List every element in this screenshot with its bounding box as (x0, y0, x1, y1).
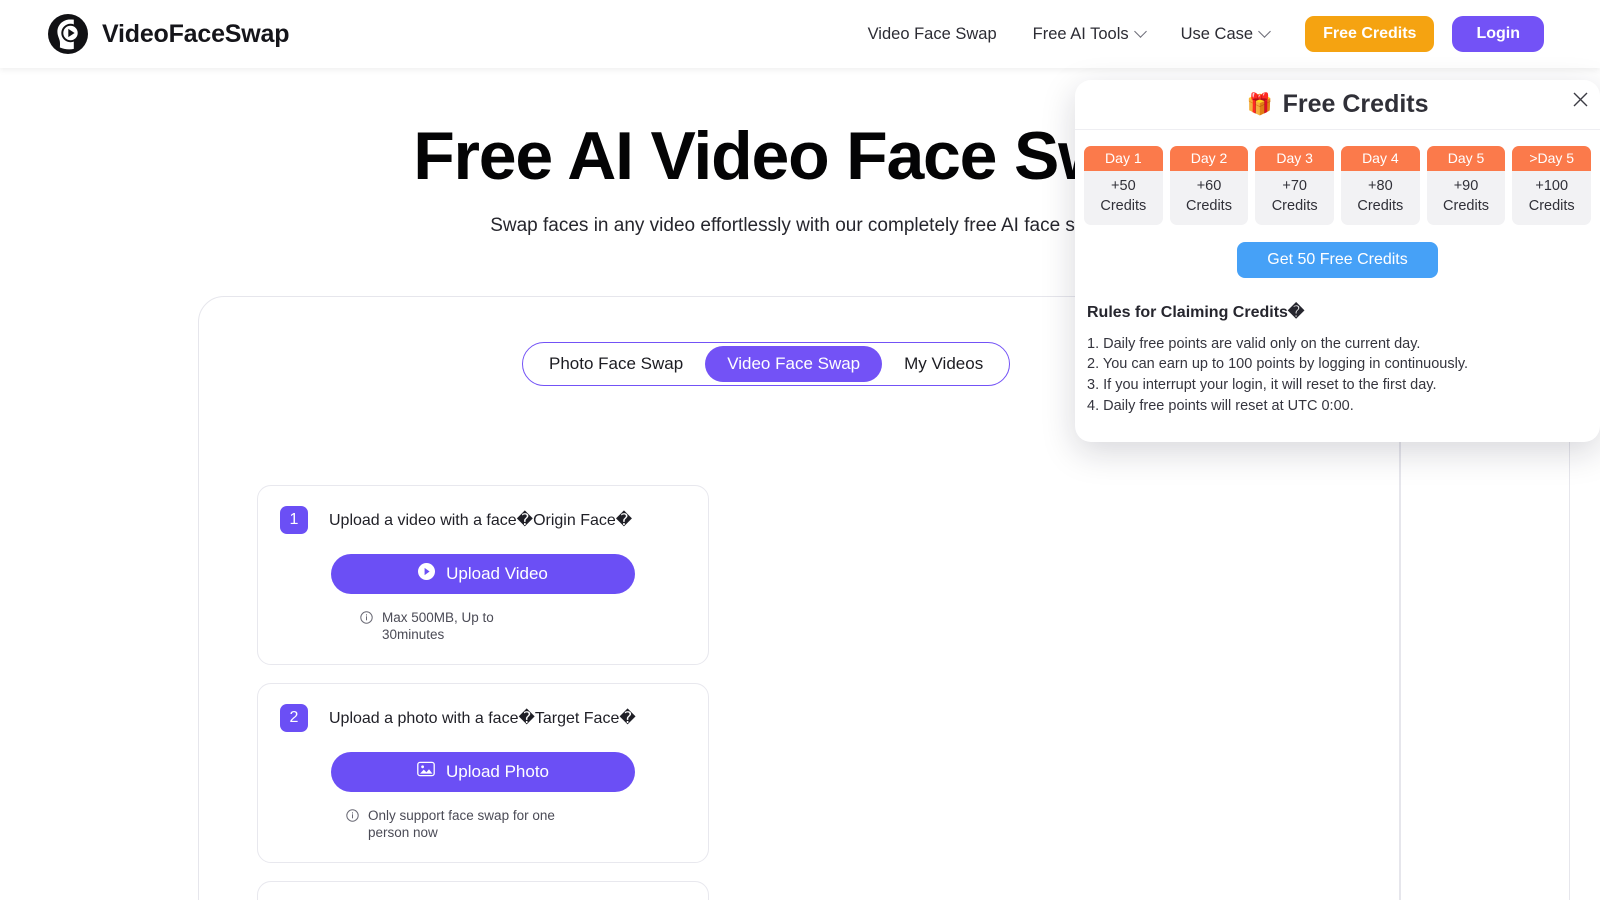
chevron-down-icon (1258, 24, 1271, 38)
day-label: Day 5 (1426, 146, 1506, 171)
free-credits-modal: 🎁 Free Credits Day 1 +50 Credits Day 2 +… (1075, 80, 1600, 442)
day-credits-unit: Credits (1443, 198, 1489, 215)
day-label: Day 2 (1169, 146, 1249, 171)
rules-title: Rules for Claiming Credits� (1087, 303, 1305, 321)
mode-tabs: Photo Face Swap Video Face Swap My Video… (522, 342, 1011, 386)
day-card[interactable]: Day 3 +70 Credits (1255, 146, 1335, 225)
daily-credits-row: Day 1 +50 Credits Day 2 +60 Credits Day … (1075, 130, 1600, 225)
modal-header: 🎁 Free Credits (1075, 80, 1600, 130)
tab-photo-face-swap[interactable]: Photo Face Swap (527, 346, 705, 382)
nav-item-free-ai-tools[interactable]: Free AI Tools (1032, 17, 1147, 52)
step-header: 2 Upload a photo with a face�Target Face… (280, 703, 686, 732)
day-credits-amount: +50 (1111, 178, 1136, 194)
gift-icon: 🎁 (1246, 92, 1273, 116)
close-icon[interactable] (1569, 88, 1591, 110)
day-credits: +70 Credits (1255, 171, 1334, 225)
day-label: Day 4 (1341, 146, 1420, 171)
day-card[interactable]: Day 2 +60 Credits (1169, 146, 1249, 225)
rule-item: 3. If you interrupt your login, it will … (1087, 377, 1437, 394)
step-card-1: 1 Upload a video with a face�Origin Face… (257, 485, 709, 665)
steps-list: 1 Upload a video with a face�Origin Face… (257, 485, 709, 900)
day-card[interactable]: Day 4 +80 Credits (1341, 146, 1420, 225)
rule-item: 2. You can earn up to 100 points by logg… (1087, 356, 1469, 373)
get-free-credits-button[interactable]: Get 50 Free Credits (1237, 241, 1438, 278)
day-label: >Day 5 (1512, 146, 1592, 171)
day-credits: +100 Credits (1512, 171, 1591, 225)
face-profile-play-logo-icon (48, 14, 88, 54)
day-credits-amount: +100 (1535, 178, 1569, 194)
step-number-badge: 1 (280, 506, 308, 534)
site-header: VideoFaceSwap Video Face Swap Free AI To… (0, 0, 1600, 68)
step-note-text: Max 500MB, Up to 30minutes (382, 610, 494, 642)
upload-photo-button-label: Upload Photo (445, 761, 550, 781)
day-label: Day 3 (1255, 146, 1335, 171)
modal-title-text: Free Credits (1282, 90, 1429, 118)
nav-item-use-case[interactable]: Use Case (1180, 17, 1271, 52)
main-nav: Video Face Swap Free AI Tools Use Case F… (868, 16, 1544, 52)
brand-name: VideoFaceSwap (102, 19, 290, 48)
step-header: 1 Upload a video with a face�Origin Face… (280, 506, 686, 534)
day-credits-unit: Credits (1271, 198, 1318, 215)
step-card-2: 2 Upload a photo with a face�Target Face… (257, 682, 709, 863)
step-note: Max 500MB, Up to 30minutes (280, 610, 538, 644)
image-icon (417, 761, 435, 782)
play-circle-icon (418, 563, 436, 585)
day-label: Day 1 (1084, 146, 1163, 171)
nav-item-label: Video Face Swap (867, 24, 997, 43)
upload-photo-button[interactable]: Upload Photo (331, 751, 635, 792)
info-circle-icon (360, 611, 373, 629)
rules-list: 1. Daily free points are valid only on t… (1087, 334, 1600, 417)
upload-video-button[interactable]: Upload Video (331, 554, 635, 594)
day-credits-amount: +60 (1196, 178, 1222, 194)
free-credits-button[interactable]: Free Credits (1305, 16, 1435, 52)
day-credits: +90 Credits (1427, 171, 1506, 225)
info-circle-icon (346, 809, 359, 827)
day-credits-amount: +90 (1453, 178, 1479, 194)
rule-item: 4. Daily free points will reset at UTC 0… (1087, 397, 1354, 414)
step-note-text: Only support face swap for one person no… (368, 807, 555, 840)
step-label: Upload a video with a face�Origin Face� (329, 512, 633, 529)
modal-cta-wrap: Get 50 Free Credits (1075, 241, 1600, 278)
day-credits: +50 Credits (1084, 171, 1163, 225)
day-credits-amount: +80 (1368, 178, 1393, 194)
chevron-down-icon (1133, 24, 1147, 38)
step-label: Upload a photo with a face�Target Face� (329, 709, 636, 727)
nav-item-label: Free AI Tools (1032, 24, 1129, 43)
step-note: Only support face swap for one person no… (280, 808, 570, 842)
rule-item: 1. Daily free points are valid only on t… (1087, 335, 1421, 352)
brand[interactable]: VideoFaceSwap (48, 14, 289, 54)
modal-title: 🎁 Free Credits (1246, 90, 1428, 119)
tab-video-face-swap[interactable]: Video Face Swap (705, 346, 883, 382)
day-card[interactable]: Day 5 +90 Credits (1426, 146, 1506, 225)
nav-item-label: Use Case (1180, 24, 1254, 43)
day-credits-unit: Credits (1100, 198, 1147, 215)
nav-item-video-face-swap[interactable]: Video Face Swap (868, 17, 997, 52)
upload-video-button-label: Upload Video (446, 564, 548, 583)
day-card[interactable]: >Day 5 +100 Credits (1512, 146, 1592, 225)
day-credits-unit: Credits (1528, 198, 1575, 215)
day-credits-unit: Credits (1357, 198, 1404, 215)
step-card-3: 3 Click to start video face swap (257, 880, 709, 900)
step-number-badge: 2 (280, 703, 308, 732)
day-credits: +80 Credits (1341, 171, 1420, 225)
day-credits: +60 Credits (1170, 171, 1249, 225)
day-credits-amount: +70 (1282, 178, 1307, 194)
day-card[interactable]: Day 1 +50 Credits (1084, 146, 1163, 225)
tab-my-videos[interactable]: My Videos (882, 346, 1005, 382)
day-credits-unit: Credits (1186, 198, 1232, 215)
login-button[interactable]: Login (1452, 16, 1544, 52)
